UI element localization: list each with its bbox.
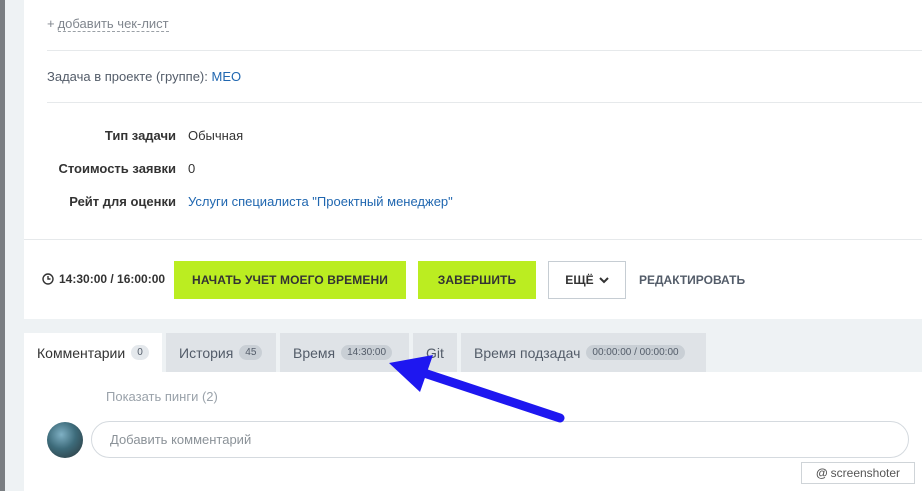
tab-label: Время подзадач	[474, 344, 581, 361]
tab-label: Время	[293, 344, 336, 361]
tab-time[interactable]: Время 14:30:00	[280, 333, 409, 372]
start-time-tracking-button[interactable]: НАЧАТЬ УЧЕТ МОЕГО ВРЕМЕНИ	[174, 261, 406, 299]
tab-badge: 00:00:00 / 00:00:00	[586, 345, 685, 360]
watermark-label: screenshoter	[830, 466, 901, 480]
project-line: Задача в проекте (группе): МЕО	[47, 69, 241, 84]
clock-icon	[42, 273, 54, 285]
add-checklist-label[interactable]: добавить чек-лист	[57, 16, 169, 32]
action-bar: 14:30:00 / 16:00:00 НАЧАТЬ УЧЕТ МОЕГО ВР…	[24, 240, 922, 319]
tab-badge: 0	[131, 345, 149, 360]
finish-button-label: ЗАВЕРШИТЬ	[437, 273, 517, 287]
divider	[47, 50, 922, 51]
avatar	[47, 422, 83, 458]
tab-label: Git	[426, 344, 444, 361]
left-edge-bar	[0, 0, 5, 491]
more-button[interactable]: ЕЩЁ	[548, 261, 626, 299]
tab-git[interactable]: Git	[413, 333, 457, 372]
tab-label: Комментарии	[37, 344, 126, 361]
comments-panel: Показать пинги (2)	[24, 372, 922, 491]
property-label: Тип задачи	[104, 128, 176, 143]
property-label: Рейт для оценки	[69, 194, 176, 209]
comment-input[interactable]	[91, 421, 909, 458]
property-value: Обычная	[188, 128, 244, 143]
more-button-label: ЕЩЁ	[565, 273, 594, 287]
tab-comments[interactable]: Комментарии 0	[24, 333, 162, 372]
tab-label: История	[179, 344, 234, 361]
tab-subtask-time[interactable]: Время подзадач 00:00:00 / 00:00:00	[461, 333, 706, 372]
edit-link[interactable]: РЕДАКТИРОВАТЬ	[639, 273, 745, 287]
finish-button[interactable]: ЗАВЕРШИТЬ	[418, 261, 536, 299]
property-value: 0	[188, 161, 196, 176]
property-label: Стоимость заявки	[58, 161, 176, 176]
timer-value: 14:30:00 / 16:00:00	[59, 272, 166, 286]
timer: 14:30:00 / 16:00:00	[42, 272, 165, 286]
watermark: @ screenshoter	[801, 462, 915, 484]
divider	[47, 102, 922, 103]
tab-badge: 14:30:00	[341, 345, 393, 360]
chevron-down-icon	[599, 276, 609, 283]
plus-icon: +	[47, 16, 55, 31]
start-button-label: НАЧАТЬ УЧЕТ МОЕГО ВРЕМЕНИ	[192, 273, 388, 287]
tab-badge: 45	[239, 345, 263, 360]
property-value-link[interactable]: Услуги специалиста "Проектный менеджер"	[188, 194, 453, 209]
project-prefix: Задача в проекте (группе):	[47, 69, 208, 84]
show-pings-link[interactable]: Показать пинги (2)	[106, 389, 218, 404]
project-link[interactable]: МЕО	[212, 69, 242, 84]
watermark-at-icon: @	[815, 466, 828, 480]
add-checklist-link[interactable]: + добавить чек-лист	[47, 16, 169, 32]
task-details-card: + добавить чек-лист Задача в проекте (гру…	[24, 0, 922, 319]
tab-history[interactable]: История 45	[166, 333, 276, 372]
